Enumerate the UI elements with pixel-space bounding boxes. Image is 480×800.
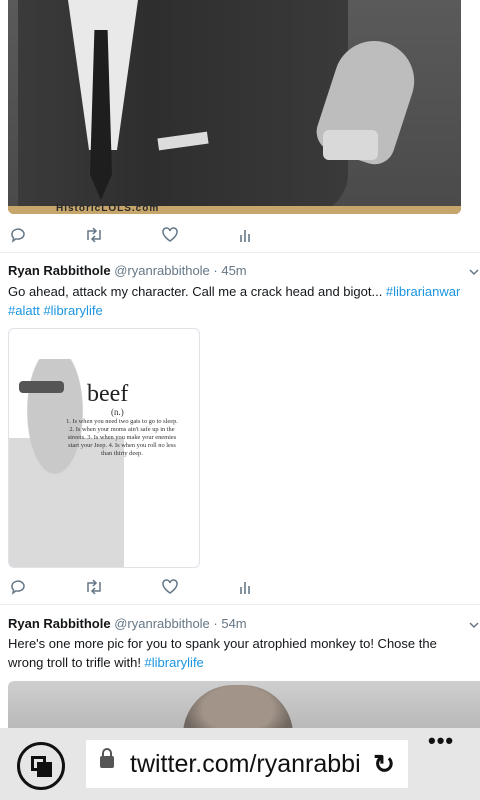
divider (0, 252, 480, 253)
divider (0, 604, 480, 605)
tweet-body: Here's one more pic for you to spank you… (8, 636, 437, 670)
more-options-button[interactable]: ••• (428, 728, 460, 754)
chevron-down-icon[interactable] (468, 619, 480, 633)
tweet-header[interactable]: Ryan Rabbithole @ryanrabbithole · 54m (8, 614, 247, 634)
user-handle-time[interactable]: @ryanrabbithole · 45m (114, 263, 246, 278)
retweet-icon[interactable] (82, 226, 106, 250)
tweet-header[interactable]: Ryan Rabbithole @ryanrabbithole · 45m (8, 261, 247, 281)
hashtag[interactable]: #alatt (8, 303, 40, 318)
heart-icon[interactable] (158, 226, 182, 250)
timeline: HistoricLOLS.com Ryan Rabbithole @ryanra… (0, 0, 480, 728)
user-name[interactable]: Ryan Rabbithole (8, 616, 111, 631)
retweet-icon[interactable] (82, 578, 106, 602)
tweet-text: Go ahead, attack my character. Call me a… (8, 282, 472, 320)
image-watermark: HistoricLOLS.com (56, 203, 160, 214)
beef-definition: 1. Is when you need two gats to go to sl… (66, 418, 178, 457)
beef-pos: (n.) (111, 407, 124, 417)
analytics-icon[interactable] (234, 226, 258, 250)
address-bar[interactable]: twitter.com/ryanrabbi ↻ (86, 740, 408, 788)
lock-icon (100, 748, 114, 768)
user-handle-time[interactable]: @ryanrabbithole · 54m (114, 616, 246, 631)
heart-icon[interactable] (158, 578, 182, 602)
reload-icon[interactable]: ↻ (370, 750, 398, 778)
url-text[interactable]: twitter.com/ryanrabbi (130, 740, 368, 788)
analytics-icon[interactable] (234, 578, 258, 602)
browser-bar: twitter.com/ryanrabbi ↻ ••• (0, 728, 480, 800)
tabs-button[interactable] (17, 742, 65, 790)
reply-icon[interactable] (6, 578, 30, 602)
hashtag[interactable]: #librarylife (145, 655, 204, 670)
tweet-body: Go ahead, attack my character. Call me a… (8, 284, 386, 299)
tweet-image-suit[interactable]: HistoricLOLS.com (8, 0, 461, 214)
tweet-text: Here's one more pic for you to spank you… (8, 634, 472, 672)
tweet-image-beef[interactable]: beef (n.) 1. Is when you need two gats t… (8, 328, 200, 568)
beef-word: beef (87, 381, 129, 407)
tweet-image-portrait[interactable] (8, 681, 480, 728)
reply-icon[interactable] (6, 226, 30, 250)
chevron-down-icon[interactable] (468, 266, 480, 280)
user-name[interactable]: Ryan Rabbithole (8, 263, 111, 278)
hashtag[interactable]: #librarylife (43, 303, 102, 318)
hashtag[interactable]: #librarianwar (386, 284, 460, 299)
